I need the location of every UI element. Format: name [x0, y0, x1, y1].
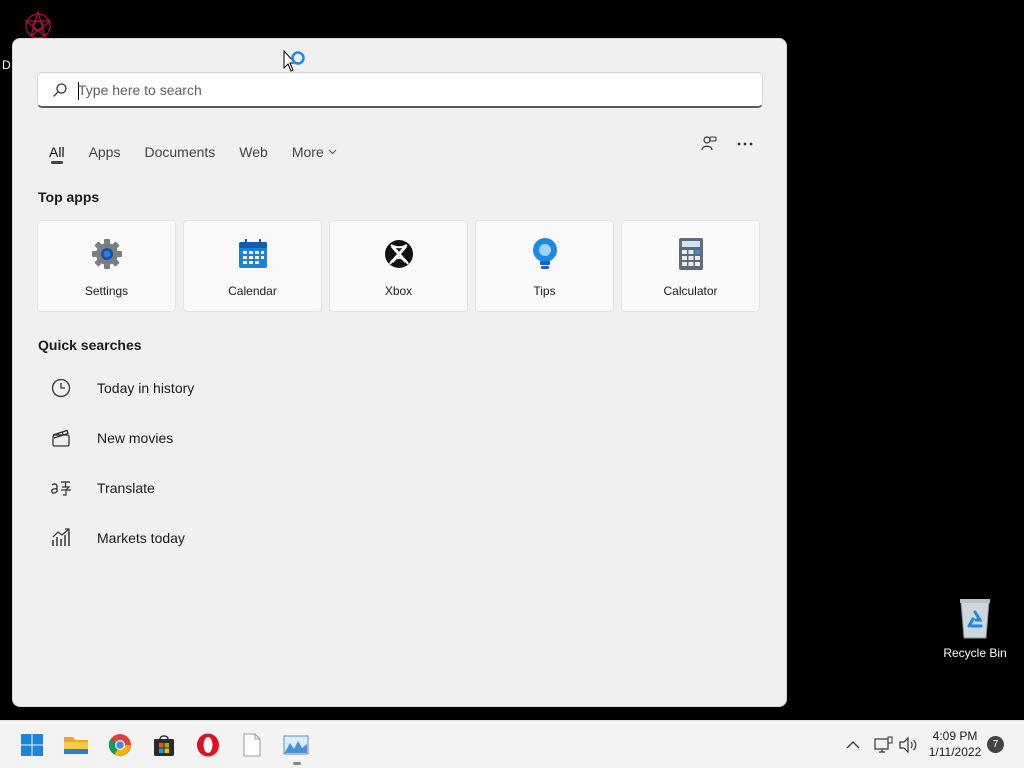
file-explorer-icon	[64, 737, 88, 754]
share-search-button[interactable]	[697, 132, 721, 156]
search-input[interactable]	[78, 79, 738, 101]
people-share-icon	[701, 136, 717, 151]
clock-time: 4:09 PM	[932, 729, 978, 743]
chrome-button[interactable]	[105, 730, 135, 760]
photo-app-button[interactable]	[281, 730, 311, 760]
quick-search-label: Translate	[97, 480, 155, 496]
clapperboard-icon	[49, 426, 73, 450]
show-hidden-icons-button[interactable]	[846, 733, 860, 757]
app-tile-settings[interactable]: Settings	[37, 220, 176, 312]
quick-search-markets-today[interactable]: Markets today	[37, 513, 337, 563]
app-tile-xbox[interactable]: Xbox	[329, 220, 468, 312]
app-tile-tips[interactable]: Tips	[475, 220, 614, 312]
search-icon	[53, 83, 67, 97]
desktop-shortcut-label: D	[2, 58, 11, 72]
app-label: Xbox	[384, 284, 413, 298]
clock-icon	[49, 376, 73, 400]
network-button[interactable]	[873, 733, 893, 757]
clock-date: 1/11/2022	[928, 745, 982, 759]
speaker-icon	[899, 736, 917, 754]
network-icon	[874, 736, 893, 753]
search-box[interactable]	[37, 72, 763, 108]
top-apps-list: Settings Calendar Xbox Tips Calculator	[37, 220, 767, 312]
notepad-icon	[243, 733, 261, 757]
top-apps-title: Top apps	[38, 189, 100, 205]
app-tile-calendar[interactable]: Calendar	[183, 220, 322, 312]
translate-icon	[49, 476, 73, 500]
store-button[interactable]	[149, 730, 179, 760]
tips-icon	[528, 237, 562, 271]
chevron-up-icon	[846, 741, 860, 749]
file-explorer-button[interactable]	[61, 730, 91, 760]
app-label: Settings	[84, 284, 129, 298]
app-label: Calendar	[228, 284, 277, 298]
quick-search-label: Markets today	[97, 530, 185, 546]
calculator-icon	[674, 237, 708, 271]
running-app-indicator	[293, 762, 301, 765]
photo-app-icon	[283, 735, 309, 755]
tab-web[interactable]: Web	[239, 137, 268, 167]
calendar-icon	[236, 237, 270, 271]
text-caret	[78, 82, 79, 100]
recycle-bin-label: Recycle Bin	[943, 646, 1007, 660]
tab-more[interactable]: More	[292, 137, 337, 167]
recycle-bin[interactable]: Recycle Bin	[940, 596, 1010, 660]
start-button[interactable]	[17, 730, 47, 760]
opera-icon	[197, 733, 219, 757]
more-options-button[interactable]	[733, 132, 757, 156]
chrome-icon	[108, 734, 131, 756]
start-icon	[21, 734, 43, 756]
tab-all[interactable]: All	[49, 137, 65, 167]
chart-icon	[49, 526, 73, 550]
quick-searches-title: Quick searches	[38, 337, 142, 353]
more-dots-icon	[737, 142, 753, 146]
quick-search-new-movies[interactable]: New movies	[37, 413, 337, 463]
quick-search-today-in-history[interactable]: Today in history	[37, 363, 337, 413]
quick-search-label: Today in history	[97, 380, 195, 396]
quick-search-translate[interactable]: Translate	[37, 463, 337, 513]
xbox-icon	[382, 237, 416, 271]
app-label: Tips	[533, 284, 556, 298]
notepad-button[interactable]	[237, 730, 267, 760]
opera-button[interactable]	[193, 730, 223, 760]
volume-button[interactable]	[898, 733, 918, 757]
notification-badge[interactable]: 7	[987, 736, 1004, 753]
search-panel: All Apps Documents Web More Top apps	[12, 38, 787, 707]
settings-icon	[90, 237, 124, 271]
quick-searches-list: Today in history New movies Translate Ma…	[37, 363, 337, 563]
tab-apps[interactable]: Apps	[89, 137, 121, 167]
taskbar-clock[interactable]: 4:09 PM 1/11/2022	[922, 728, 988, 760]
app-label: Calculator	[663, 284, 718, 298]
search-tabs: All Apps Documents Web More	[49, 137, 361, 167]
busy-cursor-icon	[283, 49, 307, 83]
app-tile-calculator[interactable]: Calculator	[621, 220, 760, 312]
store-icon	[154, 735, 174, 756]
quick-search-label: New movies	[97, 430, 174, 446]
chevron-down-icon	[328, 149, 337, 155]
taskbar: 4:09 PM 1/11/2022 7	[0, 720, 1024, 768]
tab-documents[interactable]: Documents	[144, 137, 215, 167]
recycle-bin-icon	[960, 599, 990, 639]
